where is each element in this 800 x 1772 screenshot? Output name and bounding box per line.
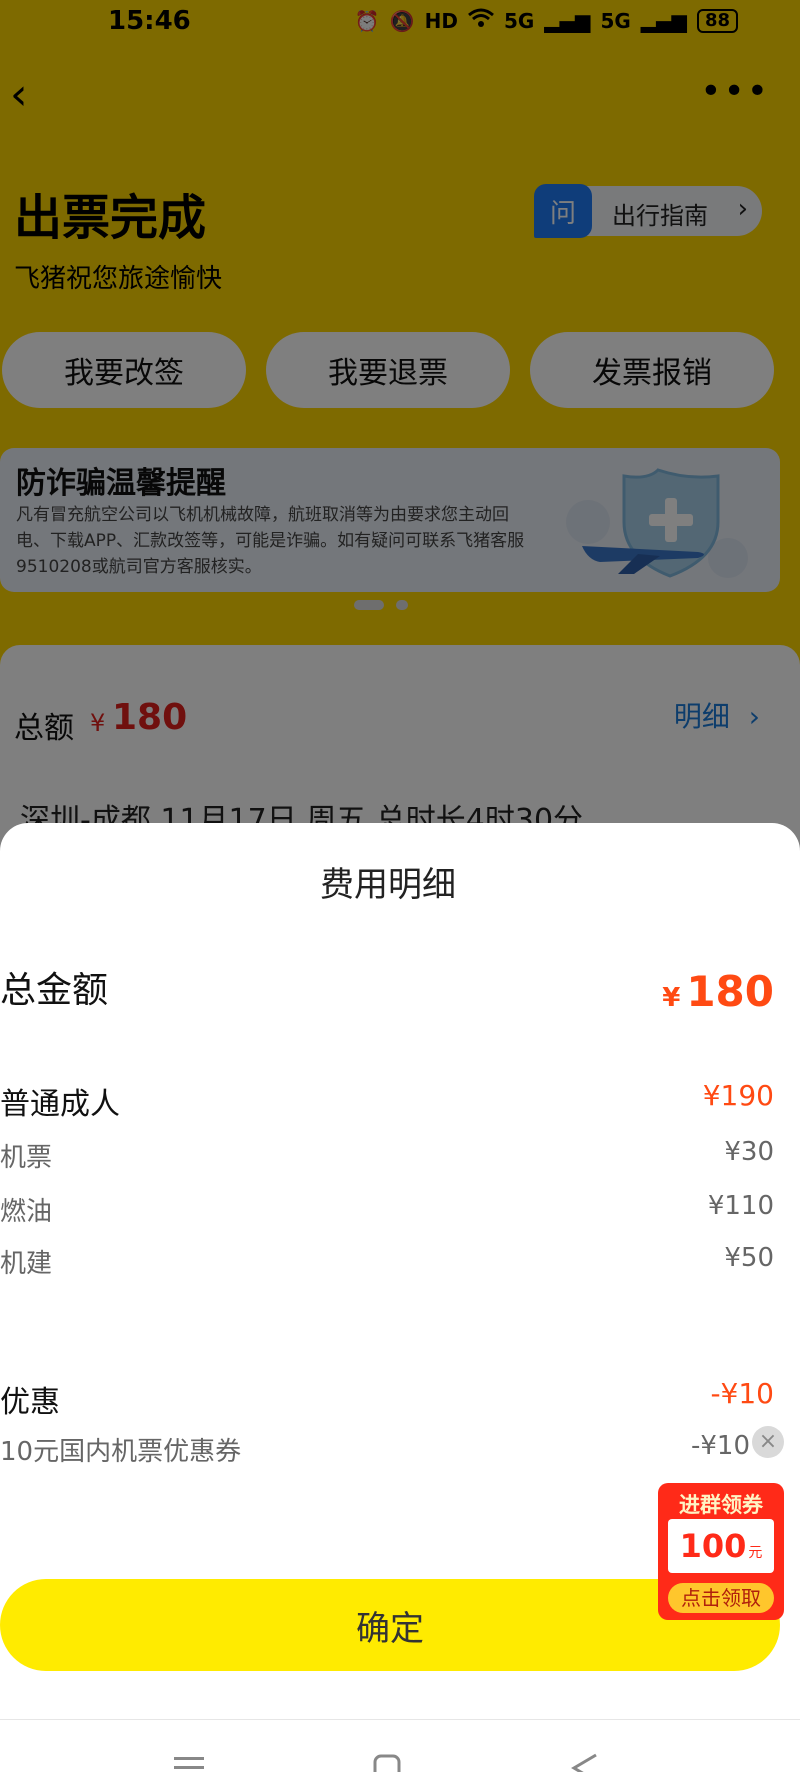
fee-item-amount: ¥110: [707, 1191, 774, 1221]
coupon-label: 10元国内机票优惠券: [0, 1437, 242, 1467]
passenger-row: 普通成人 ¥190: [0, 1079, 776, 1122]
total-amount-label: 总金额: [0, 970, 109, 1011]
total-amount-currency: ¥: [662, 983, 681, 1013]
system-navigation-bar: [0, 1753, 800, 1772]
passenger-amount: ¥190: [702, 1079, 774, 1112]
menu-icon[interactable]: [172, 1753, 206, 1772]
group-coupon-promo[interactable]: 进群领券 100 元 点击领取: [658, 1483, 784, 1620]
promo-coupon: 100 元: [668, 1519, 774, 1573]
sheet-title: 费用明细: [320, 865, 456, 905]
fee-item-label: 燃油: [0, 1197, 53, 1227]
fee-detail-sheet: 费用明细 总金额 ¥180 普通成人 ¥190 机票 ¥30 燃油 ¥110 机…: [0, 823, 800, 1772]
total-amount-number: 180: [686, 967, 774, 1016]
total-amount-value: ¥180: [662, 967, 774, 1016]
close-icon[interactable]: ×: [752, 1426, 784, 1458]
total-amount-row: 总金额 ¥180: [0, 961, 776, 1017]
promo-value: 100: [679, 1527, 747, 1565]
fee-item-label: 机建: [0, 1249, 53, 1279]
passenger-type-label: 普通成人: [0, 1087, 120, 1122]
fee-item-amount: ¥50: [724, 1243, 774, 1273]
promo-unit: 元: [748, 1545, 763, 1561]
fee-item-label: 机票: [0, 1143, 53, 1173]
discount-amount: -¥10: [710, 1377, 774, 1410]
promo-claim-button[interactable]: 点击领取: [668, 1583, 774, 1613]
home-icon[interactable]: [370, 1753, 404, 1772]
fee-item-row: 机建 ¥50: [0, 1243, 776, 1279]
coupon-amount: -¥10: [690, 1431, 750, 1461]
fee-item-row: 燃油 ¥110: [0, 1191, 776, 1227]
discount-label: 优惠: [0, 1385, 60, 1420]
discount-row: 优惠 -¥10: [0, 1377, 776, 1420]
discount-item-row: 10元国内机票优惠券 -¥10: [0, 1431, 776, 1467]
fee-item-row: 机票 ¥30: [0, 1137, 776, 1173]
promo-title: 进群领券: [679, 1493, 763, 1517]
fee-item-amount: ¥30: [724, 1137, 774, 1167]
nav-divider: [0, 1719, 800, 1720]
back-nav-icon[interactable]: [568, 1753, 602, 1772]
